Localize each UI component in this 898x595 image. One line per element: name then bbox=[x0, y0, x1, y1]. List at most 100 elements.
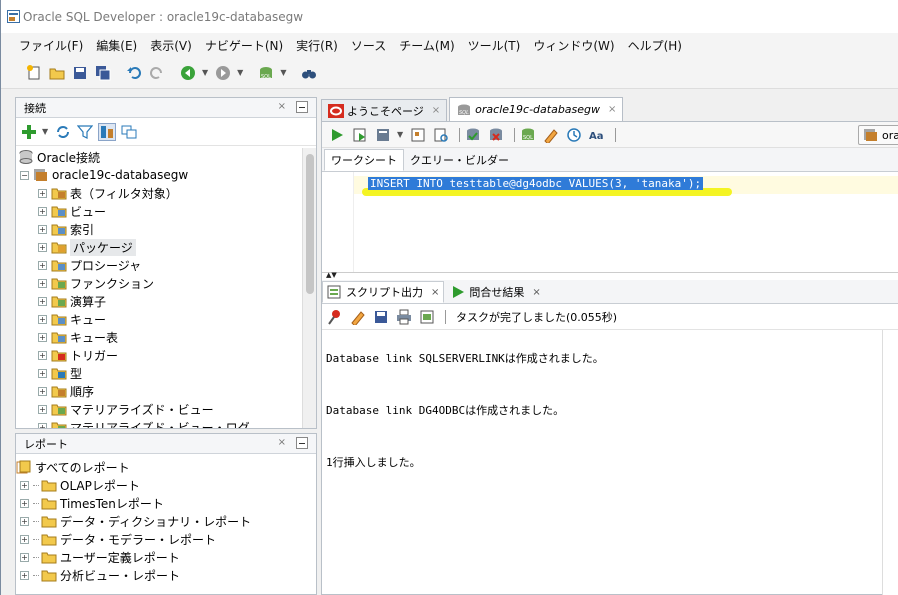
menu-edit[interactable]: 編集(E) bbox=[96, 37, 137, 54]
save-output-icon[interactable] bbox=[372, 308, 390, 326]
expand-toggle-icon[interactable]: + bbox=[38, 314, 47, 324]
expand-toggle-icon[interactable]: + bbox=[38, 332, 47, 342]
menu-tools[interactable]: ツール(T) bbox=[468, 37, 521, 54]
autotrace-icon[interactable] bbox=[374, 126, 392, 144]
reports-minimize-button[interactable] bbox=[296, 437, 308, 449]
save-icon[interactable] bbox=[71, 64, 89, 82]
report-item[interactable]: + データ・モデラー・レポート bbox=[16, 530, 302, 548]
menu-window[interactable]: ウィンドウ(W) bbox=[533, 37, 614, 54]
expand-toggle-icon[interactable]: + bbox=[38, 278, 47, 288]
forward-icon[interactable] bbox=[214, 64, 232, 82]
tree-item[interactable]: + キュー bbox=[16, 310, 302, 328]
add-connection-dropdown-icon[interactable]: ▼ bbox=[42, 127, 48, 136]
clear-icon[interactable] bbox=[542, 126, 560, 144]
binoculars-icon[interactable] bbox=[300, 64, 318, 82]
sql-statement[interactable]: INSERT INTO testtable@dg4odbc VALUES(3, … bbox=[368, 177, 704, 190]
open-folder-icon[interactable] bbox=[48, 64, 66, 82]
expand-toggle-icon[interactable]: + bbox=[38, 296, 47, 306]
sql-worksheet-dropdown-icon[interactable]: ▼ bbox=[280, 68, 286, 77]
rollback-icon[interactable] bbox=[487, 126, 505, 144]
autotrace-dropdown-icon[interactable]: ▼ bbox=[397, 130, 403, 139]
expand-toggle-icon[interactable]: + bbox=[20, 552, 29, 562]
expand-toggle-icon[interactable]: + bbox=[38, 242, 47, 252]
collapse-toggle-icon[interactable]: − bbox=[20, 170, 29, 180]
expand-toggle-icon[interactable]: + bbox=[38, 350, 47, 360]
expand-toggle-icon[interactable]: + bbox=[38, 368, 47, 378]
expand-toggle-icon[interactable]: + bbox=[20, 498, 29, 508]
report-item[interactable]: + 分析ビュー・レポート bbox=[16, 566, 302, 584]
tree-item[interactable]: + 索引 bbox=[16, 220, 302, 238]
tree-item[interactable]: + 順序 bbox=[16, 382, 302, 400]
sql-history-icon[interactable]: SQL bbox=[519, 126, 537, 144]
commit-icon[interactable] bbox=[464, 126, 482, 144]
tree-item[interactable]: + 演算子 bbox=[16, 292, 302, 310]
output-scrollbar[interactable] bbox=[882, 330, 898, 595]
expand-toggle-icon[interactable]: + bbox=[38, 404, 47, 414]
expand-toggle-icon[interactable]: + bbox=[38, 260, 47, 270]
back-dropdown-icon[interactable]: ▼ bbox=[202, 68, 208, 77]
forward-dropdown-icon[interactable]: ▼ bbox=[237, 68, 243, 77]
tab-worksheet-close[interactable]: × bbox=[608, 104, 616, 115]
tree-item[interactable]: + マテリアライズド・ビュー bbox=[16, 400, 302, 418]
menu-help[interactable]: ヘルプ(H) bbox=[628, 37, 682, 54]
refresh-icon[interactable] bbox=[54, 123, 72, 141]
connection-selector[interactable]: ora bbox=[858, 125, 898, 145]
tab-query-result-close[interactable]: × bbox=[532, 287, 540, 298]
tree-item[interactable]: + パッケージ bbox=[16, 238, 302, 256]
back-icon[interactable] bbox=[179, 64, 197, 82]
expand-toggle-icon[interactable]: + bbox=[20, 480, 29, 490]
expand-toggle-icon[interactable]: + bbox=[20, 570, 29, 580]
redo-icon[interactable] bbox=[148, 64, 166, 82]
tab-welcome-close[interactable]: × bbox=[432, 105, 440, 116]
schema-browser-icon[interactable] bbox=[98, 122, 117, 141]
print-icon[interactable] bbox=[395, 308, 413, 326]
expand-toggle-icon[interactable]: + bbox=[20, 534, 29, 544]
expand-toggle-icon[interactable]: + bbox=[38, 206, 47, 216]
reports-close-button[interactable]: × bbox=[278, 437, 286, 448]
tree-item[interactable]: + ファンクション bbox=[16, 274, 302, 292]
editor-splitter[interactable]: ▲▼ bbox=[322, 271, 898, 280]
format-icon[interactable]: Aa bbox=[588, 126, 606, 144]
collapse-icon[interactable] bbox=[120, 123, 138, 141]
menu-run[interactable]: 実行(R) bbox=[296, 37, 338, 54]
tree-item[interactable]: + トリガー bbox=[16, 346, 302, 364]
reports-root[interactable]: すべてのレポート bbox=[16, 458, 302, 476]
expand-toggle-icon[interactable]: + bbox=[38, 386, 47, 396]
connections-scrollbar-thumb[interactable] bbox=[306, 154, 314, 294]
report-item[interactable]: + データ・ディクショナリ・レポート bbox=[16, 512, 302, 530]
save-all-icon[interactable] bbox=[94, 64, 112, 82]
script-output-area[interactable]: Database link SQLSERVERLINKは作成されました。 Dat… bbox=[322, 330, 884, 595]
report-item[interactable]: + ユーザー定義レポート bbox=[16, 548, 302, 566]
menu-file[interactable]: ファイル(F) bbox=[19, 37, 83, 54]
connections-scrollbar[interactable] bbox=[302, 148, 316, 428]
expand-toggle-icon[interactable]: + bbox=[38, 422, 47, 428]
tree-root-oracle-connections[interactable]: Oracle接続 bbox=[16, 148, 302, 166]
expand-toggle-icon[interactable]: + bbox=[20, 516, 29, 526]
connections-minimize-button[interactable] bbox=[296, 101, 308, 113]
tab-welcome-page[interactable]: ようこそページ × bbox=[321, 99, 448, 121]
sql-worksheet-icon[interactable]: SQL bbox=[257, 64, 275, 82]
undo-icon[interactable] bbox=[125, 64, 143, 82]
tab-query-builder[interactable]: クエリー・ビルダー bbox=[404, 149, 515, 171]
menu-team[interactable]: チーム(M) bbox=[399, 37, 454, 54]
tab-worksheet-editor[interactable]: ワークシート bbox=[324, 149, 404, 171]
explain-plan-icon[interactable] bbox=[409, 126, 427, 144]
filter-icon[interactable] bbox=[76, 123, 94, 141]
tree-item[interactable]: + ビュー bbox=[16, 202, 302, 220]
sql-editor[interactable]: INSERT INTO testtable@dg4odbc VALUES(3, … bbox=[322, 172, 898, 272]
run-statement-icon[interactable] bbox=[328, 126, 346, 144]
add-connection-icon[interactable] bbox=[20, 123, 38, 141]
tree-item[interactable]: + キュー表 bbox=[16, 328, 302, 346]
tab-worksheet[interactable]: SQL oracle19c-databasegw × bbox=[449, 97, 624, 121]
tree-connection[interactable]: − oracle19c-databasegw bbox=[16, 166, 302, 184]
tree-item[interactable]: + プロシージャ bbox=[16, 256, 302, 274]
buffer-size-icon[interactable] bbox=[418, 308, 436, 326]
sql-tuning-icon[interactable] bbox=[432, 126, 450, 144]
tab-script-output-close[interactable]: × bbox=[431, 287, 439, 298]
menu-view[interactable]: 表示(V) bbox=[150, 37, 192, 54]
expand-toggle-icon[interactable]: + bbox=[38, 224, 47, 234]
report-item[interactable]: + TimesTenレポート bbox=[16, 494, 302, 512]
clear-output-icon[interactable] bbox=[349, 308, 367, 326]
code-line[interactable]: INSERT INTO testtable@dg4odbc VALUES(3, … bbox=[354, 176, 898, 196]
tab-script-output[interactable]: スクリプト出力 × bbox=[322, 281, 445, 303]
